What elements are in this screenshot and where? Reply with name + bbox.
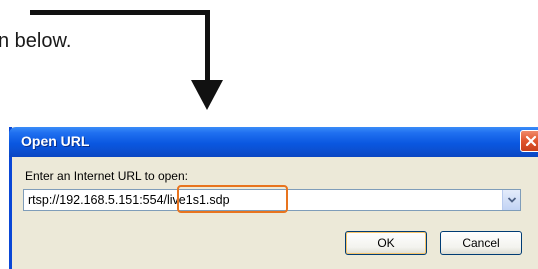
open-url-dialog: Open URL Enter an Internet URL to open: … xyxy=(9,127,538,269)
chevron-down-icon xyxy=(507,197,516,203)
close-button[interactable] xyxy=(520,130,538,152)
url-combobox[interactable]: rtsp://192.168.5.151:554/live1s1.sdp xyxy=(23,185,521,213)
close-icon xyxy=(525,135,537,147)
dialog-title-bar[interactable]: Open URL xyxy=(9,127,538,157)
dialog-title: Open URL xyxy=(21,133,90,149)
cancel-button[interactable]: Cancel xyxy=(440,231,522,255)
instruction-text: n below. xyxy=(0,30,72,52)
url-dropdown-button[interactable] xyxy=(502,190,520,210)
url-highlight-box xyxy=(177,185,288,213)
arrow-line-horizontal xyxy=(30,10,210,15)
url-prompt-label: Enter an Internet URL to open: xyxy=(25,169,188,183)
ok-button[interactable]: OK xyxy=(345,231,427,255)
down-arrow-icon xyxy=(191,80,223,110)
arrow-line-vertical xyxy=(205,10,210,82)
